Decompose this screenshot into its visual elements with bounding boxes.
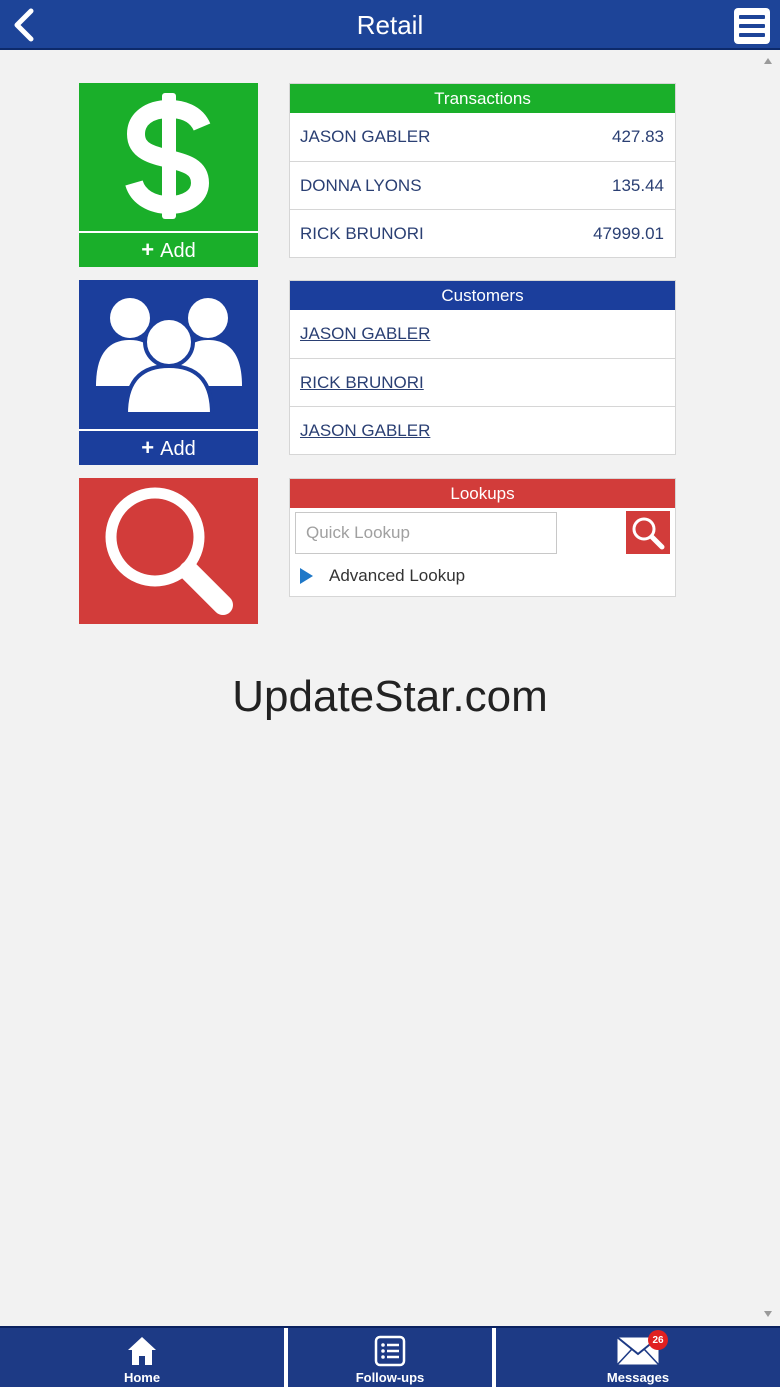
- transactions-header: Transactions: [290, 84, 675, 113]
- customer-link[interactable]: JASON GABLER: [300, 324, 430, 344]
- menu-button[interactable]: [734, 8, 770, 44]
- transaction-amount: 47999.01: [593, 223, 664, 243]
- customers-panel: Customers JASON GABLER RICK BRUNORI JASO…: [289, 280, 676, 455]
- customer-link[interactable]: JASON GABLER: [300, 421, 430, 441]
- home-icon: [128, 1337, 156, 1365]
- transaction-row[interactable]: RICK BRUNORI 47999.01: [290, 209, 675, 257]
- nav-home[interactable]: Home: [0, 1328, 284, 1387]
- triangle-right-icon: [300, 568, 313, 584]
- transaction-row[interactable]: DONNA LYONS 135.44: [290, 161, 675, 209]
- transaction-customer: RICK BRUNORI: [300, 223, 424, 243]
- search-icon: [632, 517, 665, 549]
- bottom-navigation: Home Follow-ups 26 Messages: [0, 1326, 780, 1387]
- add-transaction-button[interactable]: + Add: [79, 231, 258, 267]
- lookups-tile[interactable]: [79, 478, 258, 624]
- nav-messages-label: Messages: [606, 1370, 670, 1385]
- checklist-icon: [374, 1335, 406, 1367]
- transaction-customer: DONNA LYONS: [300, 175, 422, 195]
- people-icon: [95, 298, 242, 416]
- scroll-up-arrow[interactable]: [764, 58, 772, 64]
- nav-messages[interactable]: 26 Messages: [496, 1328, 780, 1387]
- app-header: Retail: [0, 0, 780, 50]
- advanced-lookup-label: Advanced Lookup: [329, 566, 466, 585]
- dollar-icon: [124, 93, 210, 219]
- add-customer-button[interactable]: + Add: [79, 429, 258, 465]
- customers-header: Customers: [290, 281, 675, 310]
- nav-home-label: Home: [123, 1370, 161, 1385]
- lookups-header: Lookups: [290, 479, 675, 508]
- advanced-lookup-toggle[interactable]: Advanced Lookup: [300, 564, 465, 588]
- hamburger-icon: [739, 15, 765, 19]
- transaction-customer: JASON GABLER: [300, 127, 431, 146]
- lookup-search-button[interactable]: [626, 511, 670, 554]
- scroll-down-arrow[interactable]: [764, 1311, 772, 1317]
- watermark-text: UpdateStar.com: [232, 672, 548, 721]
- customer-row: RICK BRUNORI: [290, 358, 675, 406]
- magnifier-icon: [105, 487, 233, 615]
- customer-row: JASON GABLER: [290, 406, 675, 454]
- customers-tile[interactable]: + Add: [79, 280, 258, 465]
- nav-followups[interactable]: Follow-ups: [288, 1328, 492, 1387]
- customer-row: JASON GABLER: [290, 310, 675, 358]
- transactions-list: JASON GABLER 427.83 DONNA LYONS 135.44 R…: [290, 113, 675, 257]
- page-title: Retail: [356, 10, 424, 40]
- messages-count-badge: 26: [648, 1330, 668, 1350]
- nav-followups-label: Follow-ups: [355, 1370, 425, 1385]
- transaction-row[interactable]: JASON GABLER 427.83: [290, 113, 675, 161]
- transaction-amount: 135.44: [612, 175, 664, 195]
- customer-link[interactable]: RICK BRUNORI: [300, 373, 424, 393]
- lookups-panel: Lookups Advanced Lookup: [289, 478, 676, 597]
- customers-list: JASON GABLER RICK BRUNORI JASON GABLER: [290, 310, 675, 454]
- transactions-panel: Transactions JASON GABLER 427.83 DONNA L…: [289, 83, 676, 258]
- quick-lookup-input[interactable]: [295, 512, 557, 554]
- transaction-amount: 427.83: [612, 127, 664, 146]
- transactions-tile[interactable]: + Add: [79, 83, 258, 267]
